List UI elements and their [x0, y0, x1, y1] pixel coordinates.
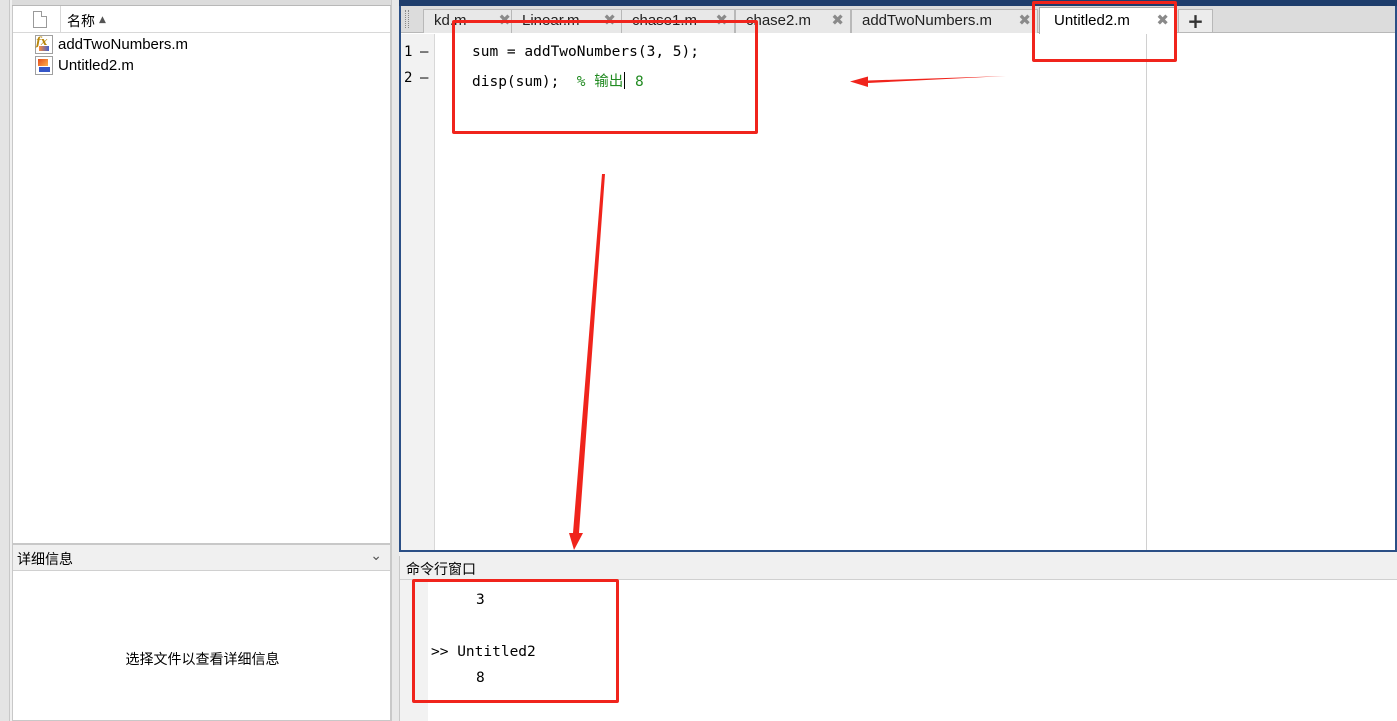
line-number-gutter: 1 — 2 — [401, 34, 435, 550]
command-output: 3 [476, 592, 485, 608]
command-output: 8 [476, 670, 485, 686]
editor-panel: kd.m ✖ Linear.m ✖ chase1.m ✖ chase2.m ✖ … [399, 6, 1397, 552]
tab-label: Untitled2.m [1054, 12, 1130, 29]
tab-label: chase2.m [746, 12, 812, 29]
close-icon[interactable]: ✖ [831, 11, 844, 29]
command-window[interactable]: 命令行窗口 3 >> Untitled2 8 [399, 556, 1397, 721]
close-icon[interactable]: ✖ [715, 11, 728, 29]
tab-addtwonumbers[interactable]: addTwoNumbers.m ✖ [851, 9, 1038, 33]
panel-splitter[interactable] [391, 0, 399, 721]
tab-untitled2[interactable]: Untitled2.m ✖ [1039, 7, 1176, 34]
code-editor[interactable]: sum = addTwoNumbers(3, 5); disp(sum); % … [436, 34, 1395, 550]
code-text: disp(sum); [472, 74, 577, 90]
file-item-addtwonumbers[interactable]: fx addTwoNumbers.m [35, 34, 188, 55]
code-comment: 8 [626, 74, 644, 90]
close-icon[interactable]: ✖ [1156, 11, 1169, 29]
tab-grip-handle[interactable] [405, 10, 409, 28]
current-folder-panel: 名称 ▲ fx addTwoNumbers.m Untitled2.m 详细信息… [0, 0, 397, 721]
code-line-2[interactable]: disp(sum); % 输出 8 [472, 70, 644, 91]
tab-label: kd.m [434, 12, 467, 29]
file-name: Untitled2.m [58, 57, 134, 74]
breakpoint-marker[interactable]: — [420, 70, 428, 86]
column-icon-cell [13, 6, 61, 33]
document-icon [33, 11, 47, 28]
command-window-gutter [400, 580, 428, 721]
file-browser: 名称 ▲ fx addTwoNumbers.m Untitled2.m [12, 6, 391, 544]
code-line-1[interactable]: sum = addTwoNumbers(3, 5); [472, 44, 699, 60]
chevron-down-icon[interactable]: ⌄ [370, 548, 382, 564]
close-icon[interactable]: ✖ [498, 11, 511, 29]
command-prompt-line: >> Untitled2 [431, 644, 536, 660]
file-item-untitled2[interactable]: Untitled2.m [35, 55, 134, 76]
command-window-header: 命令行窗口 [400, 556, 1397, 580]
editor-tab-bar: kd.m ✖ Linear.m ✖ chase1.m ✖ chase2.m ✖ … [401, 6, 1395, 34]
left-side-strip [0, 0, 10, 721]
details-panel: 详细信息 ⌄ 选择文件以查看详细信息 [12, 544, 391, 721]
right-margin-line [1146, 34, 1147, 550]
column-name-label[interactable]: 名称 [67, 11, 95, 31]
sort-ascending-icon: ▲ [99, 15, 106, 25]
script-file-icon [35, 56, 53, 75]
tab-linear[interactable]: Linear.m ✖ [511, 9, 623, 33]
details-placeholder: 选择文件以查看详细信息 [125, 652, 280, 668]
tab-chase2[interactable]: chase2.m ✖ [735, 9, 851, 33]
add-tab-button[interactable]: + [1178, 9, 1213, 33]
line-number: 2 [404, 70, 413, 86]
details-title: 详细信息 [17, 552, 73, 568]
tab-kd[interactable]: kd.m ✖ [423, 9, 518, 33]
tab-label: chase1.m [632, 12, 698, 29]
close-icon[interactable]: ✖ [1018, 11, 1031, 29]
code-comment-prefix: % 输出 [576, 74, 624, 90]
file-column-header[interactable]: 名称 ▲ [13, 6, 390, 33]
details-header[interactable]: 详细信息 ⌄ [13, 545, 390, 571]
close-icon[interactable]: ✖ [603, 11, 616, 29]
file-name: addTwoNumbers.m [58, 36, 189, 53]
tab-label: Linear.m [522, 12, 580, 29]
code-text: sum = addTwoNumbers(3, 5); [472, 44, 699, 60]
command-window-title: 命令行窗口 [406, 562, 476, 578]
breakpoint-marker[interactable]: — [420, 44, 428, 60]
tab-chase1[interactable]: chase1.m ✖ [621, 9, 735, 33]
line-number: 1 [404, 44, 413, 60]
function-file-icon: fx [35, 35, 53, 54]
tab-label: addTwoNumbers.m [862, 12, 993, 29]
